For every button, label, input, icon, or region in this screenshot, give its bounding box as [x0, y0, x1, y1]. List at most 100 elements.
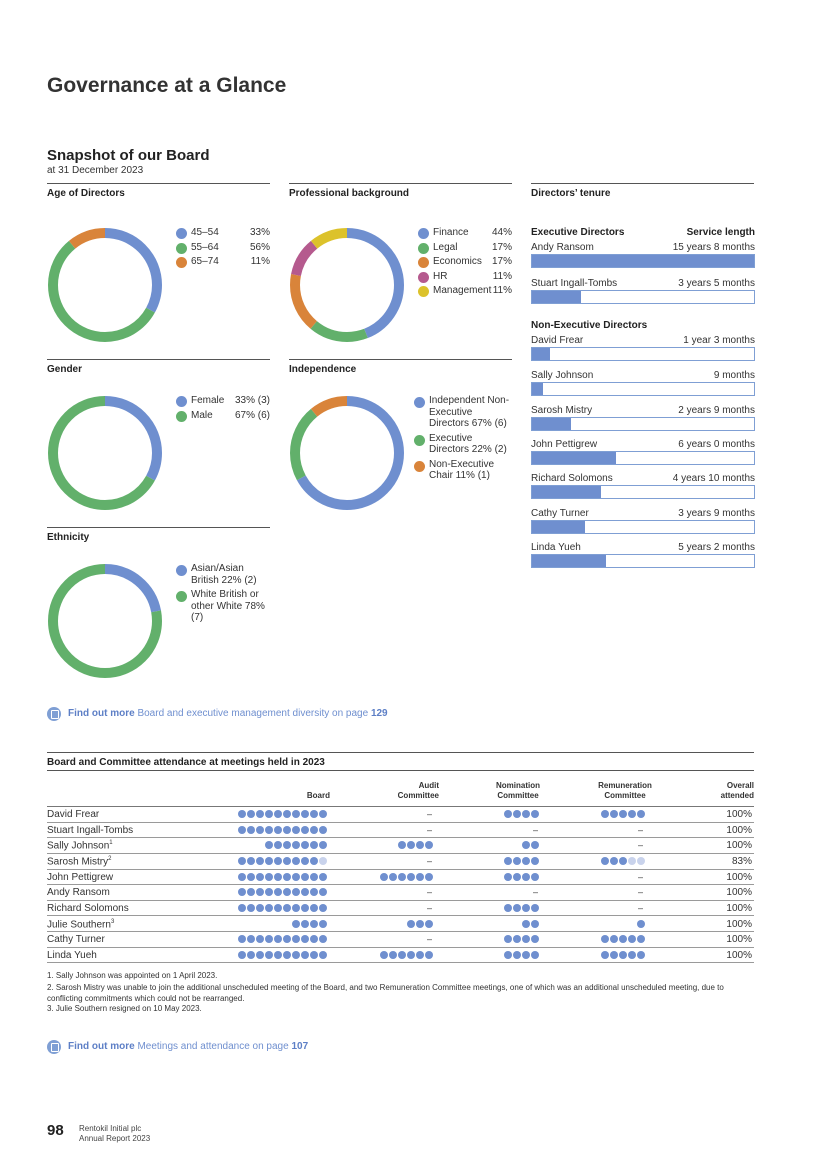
attendance-dot — [637, 856, 645, 865]
attendance-dot — [292, 903, 300, 912]
age-chart-title: Age of Directors — [47, 188, 125, 199]
attendance-dot — [610, 935, 618, 944]
attendance-dot — [504, 872, 512, 881]
board-dots — [238, 888, 327, 897]
director-name: Andy Ransom — [47, 887, 110, 899]
attendance-dot — [389, 950, 397, 959]
remuneration-dots — [601, 935, 645, 944]
attendance-dot — [425, 872, 433, 881]
attendance-dot — [407, 919, 415, 928]
attendance-dot — [398, 950, 406, 959]
legend-label: Economics — [433, 256, 482, 267]
attendance-dot — [310, 903, 318, 912]
professional-donut-chart — [290, 228, 404, 342]
legend-item: Non-Executive Chair 11% (1) — [414, 459, 512, 482]
find-out-more-label: Find out more — [68, 708, 135, 719]
attendance-dot — [531, 841, 539, 850]
legend-item: 65–74 11% — [176, 255, 270, 270]
tenure-length: 2 years 9 months — [678, 405, 755, 416]
attendance-dot — [610, 950, 618, 959]
attendance-dot — [319, 919, 327, 928]
age-legend: 45–54 33% 55–64 56% 65–74 11% — [176, 226, 270, 270]
divider — [47, 183, 270, 184]
attendance-dot — [274, 903, 282, 912]
attendance-dot — [531, 950, 539, 959]
attendance-dot — [238, 856, 246, 865]
attendance-dot — [522, 841, 530, 850]
age-donut-chart — [48, 228, 162, 342]
attendance-dot — [292, 841, 300, 850]
board-dots — [238, 825, 327, 835]
attendance-dot — [301, 872, 309, 881]
find-out-more-text: Board and executive management diversity… — [134, 708, 371, 719]
tenure-bar — [531, 451, 755, 465]
attendance-dot — [247, 950, 255, 959]
attendance-dot — [531, 903, 539, 912]
attendance-dot — [310, 856, 318, 865]
legend-label: Male — [191, 409, 213, 421]
attendance-dot — [513, 935, 521, 944]
legend-item: Female 33% (3) — [176, 394, 270, 409]
col-board: Board — [306, 791, 330, 800]
tenure-bar — [531, 554, 755, 568]
attendance-dot — [283, 888, 291, 897]
director-name: Richard Solomons — [47, 902, 129, 914]
nomination-dots — [504, 935, 539, 944]
attendance-dot — [522, 950, 530, 959]
attendance-dot — [601, 856, 609, 865]
audit-dots — [398, 841, 433, 850]
table-row: Andy Ransom – – – 100% — [47, 885, 754, 901]
attendance-dot — [619, 810, 627, 818]
tenure-bar-fill — [532, 383, 544, 395]
board-dots — [238, 810, 327, 819]
audit-dots — [407, 919, 433, 929]
board-dots — [265, 841, 327, 850]
divider — [531, 183, 754, 184]
legend-item: Independent Non-Executive Directors 67% … — [414, 395, 512, 430]
attendance-dot — [301, 825, 309, 834]
attendance-dot — [265, 872, 273, 881]
legend-swatch — [418, 242, 429, 254]
attendance-dot — [265, 950, 273, 959]
board-dots — [238, 950, 327, 960]
tenure-bar-fill — [532, 555, 607, 567]
attendance-dot — [380, 872, 388, 881]
audit-dots — [380, 872, 433, 882]
attendance-dot — [247, 856, 255, 865]
legend-swatch — [418, 286, 429, 297]
legend-swatch — [176, 228, 187, 239]
attendance-dot — [610, 810, 618, 818]
tenure-bar — [531, 254, 755, 268]
footnote: 1. Sally Johnson was appointed on 1 Apri… — [47, 971, 218, 980]
table-row: Cathy Turner – 100% — [47, 932, 754, 948]
board-dots — [238, 903, 327, 913]
attendance-dot — [274, 810, 282, 818]
board-dots — [238, 856, 327, 866]
attendance-dot — [319, 888, 327, 897]
attendance-dot — [256, 950, 264, 959]
audit-dash: – — [427, 809, 433, 819]
find-out-more-page: 129 — [370, 708, 388, 719]
overall-attended: 100% — [726, 871, 752, 883]
legend-label: HR — [433, 270, 448, 282]
legend-label: Asian/Asian British 22% (2) — [191, 563, 257, 586]
director-name: Linda Yueh — [47, 949, 97, 961]
attendance-dot — [292, 825, 300, 834]
legend-value: 11% — [492, 270, 512, 282]
legend-swatch — [418, 257, 429, 268]
attendance-dot — [238, 935, 246, 944]
remuneration-dash: – — [638, 840, 644, 851]
tenure-bar-fill — [532, 452, 617, 464]
footnote: 2. Sarosh Mistry was unable to join the … — [47, 983, 724, 1003]
legend-item: 55–64 56% — [176, 241, 270, 256]
overall-attended: 83% — [731, 855, 752, 867]
attendance-dot — [256, 810, 264, 818]
attendance-dot — [292, 935, 300, 944]
attendance-dot — [265, 935, 273, 944]
legend-label: 45–54 — [191, 227, 219, 238]
attendance-dot — [416, 841, 424, 850]
gender-donut-chart — [48, 396, 162, 510]
tenure-name: John Pettigrew — [531, 439, 598, 450]
attendance-dot — [310, 810, 318, 818]
find-out-more-text: Meetings and attendance on page — [134, 1041, 292, 1052]
